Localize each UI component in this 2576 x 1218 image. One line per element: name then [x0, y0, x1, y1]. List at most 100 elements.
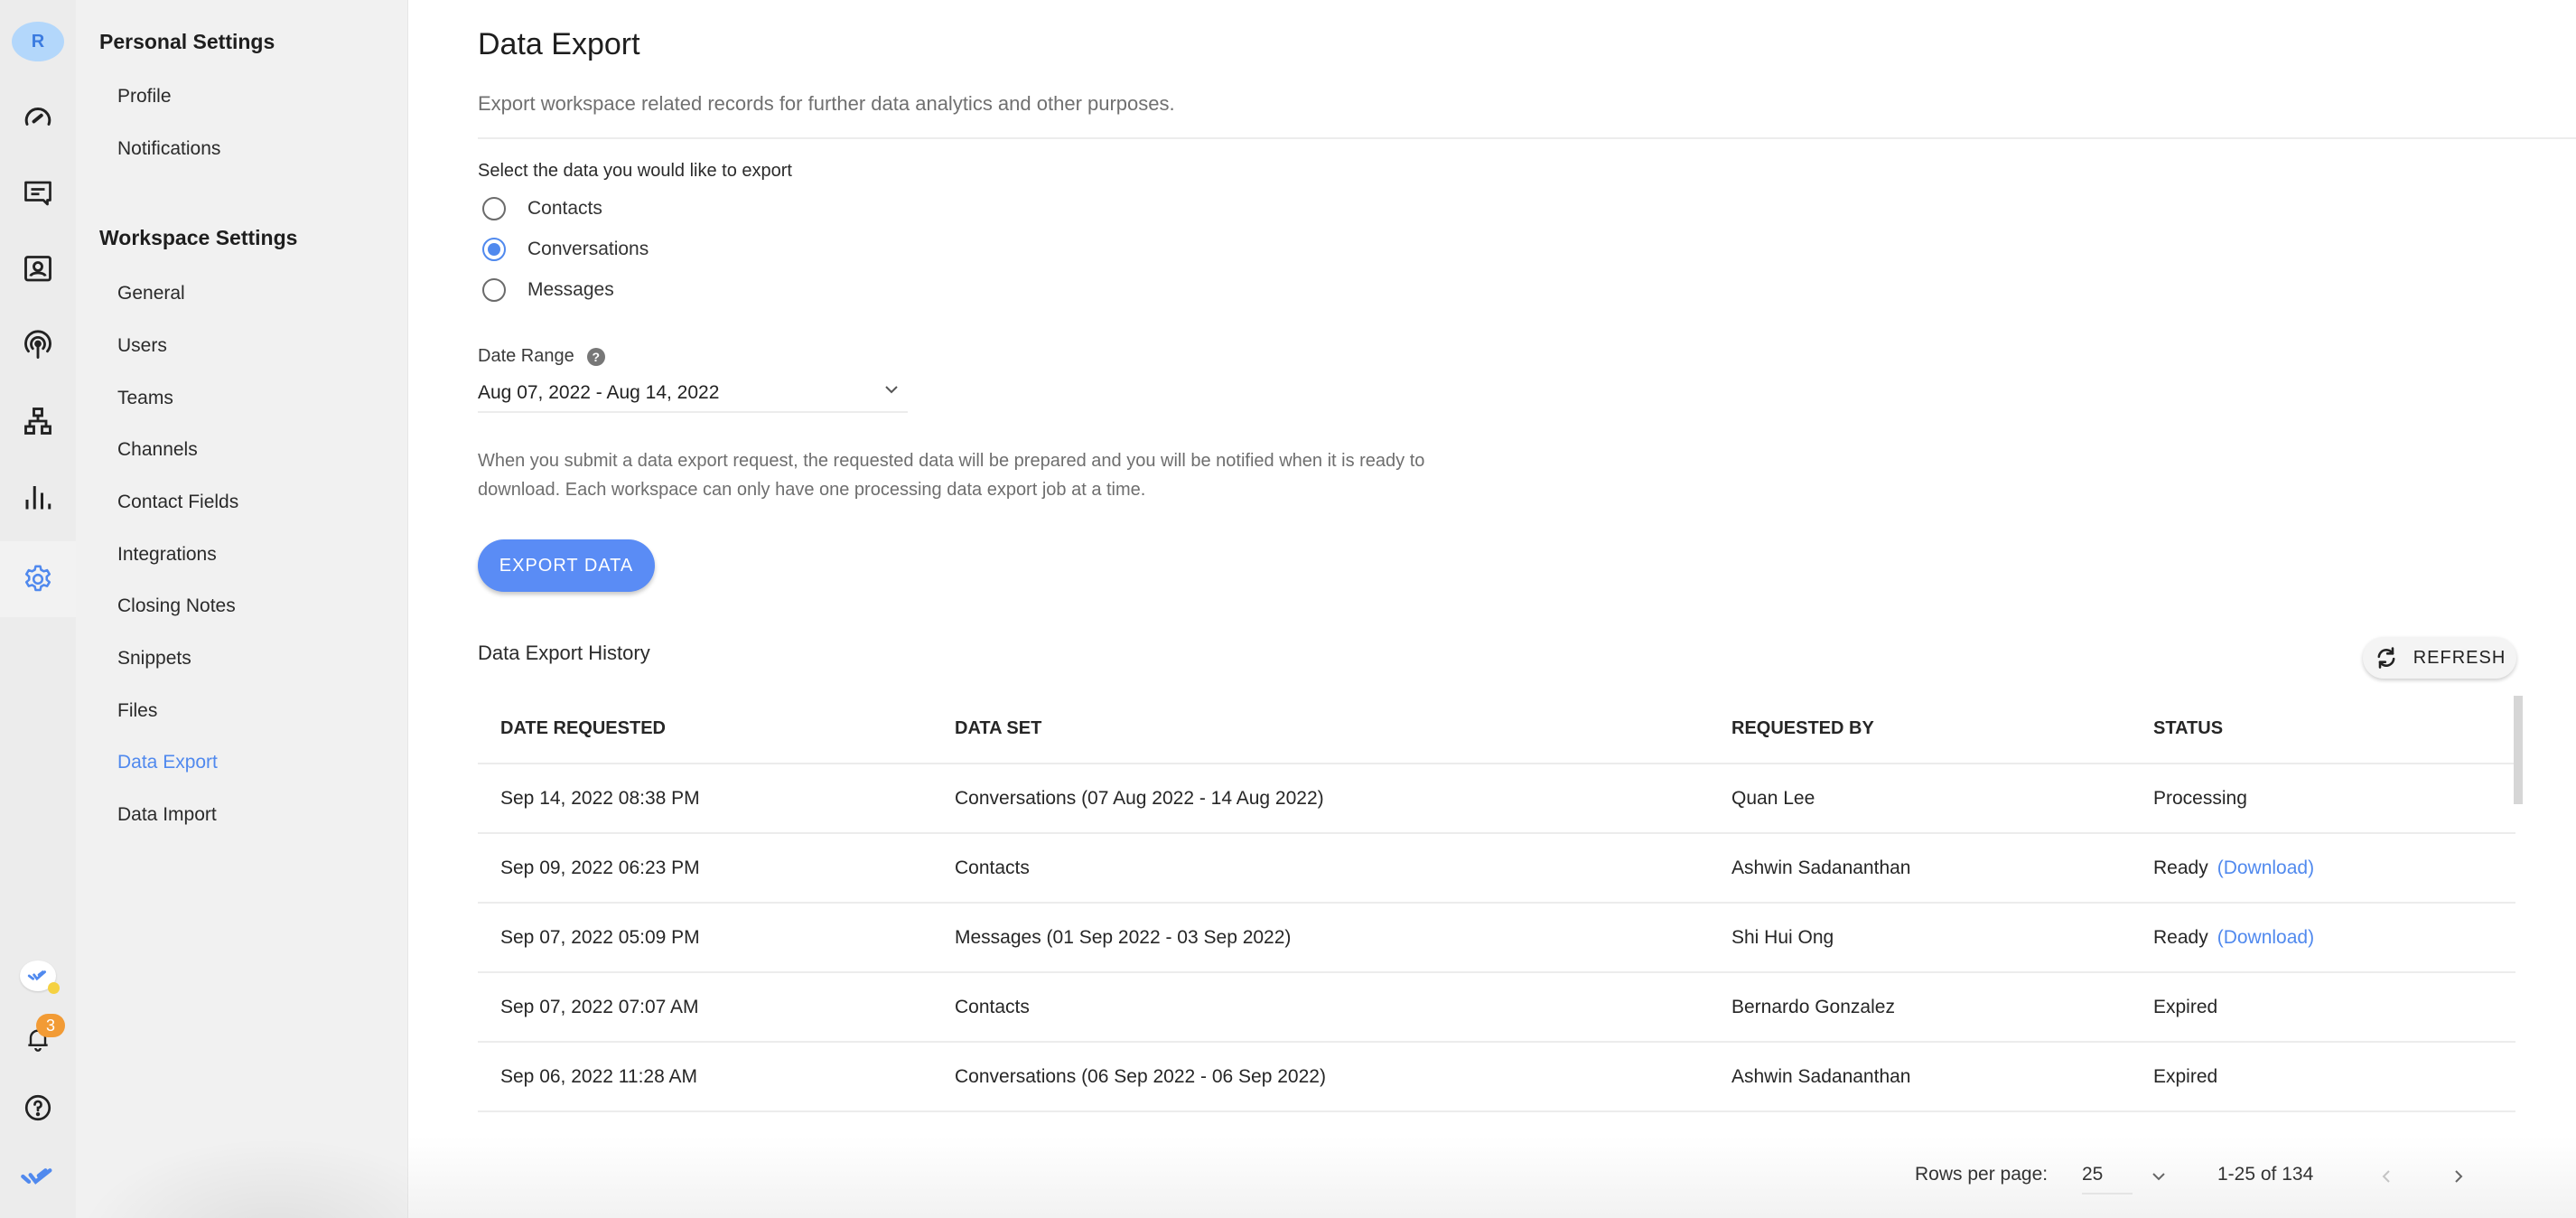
rail-item-workflows[interactable] — [0, 383, 76, 459]
dataset-cell: Messages (01 Sep 2022 - 03 Sep 2022) — [955, 926, 1292, 948]
radio-button[interactable] — [482, 238, 506, 261]
refresh-label: REFRESH — [2413, 647, 2506, 668]
rail-item-broadcasts[interactable] — [0, 307, 76, 383]
table-row: Sep 14, 2022 08:38 PM Conversations (07 … — [478, 764, 2515, 834]
export-data-button[interactable]: EXPORT DATA — [478, 539, 655, 592]
double-check-logo-icon — [27, 970, 46, 981]
requested-by-cell: Quan Lee — [1731, 787, 1815, 809]
speedometer-icon — [24, 108, 51, 126]
status-text: Expired — [2153, 996, 2218, 1017]
chevron-down-icon[interactable] — [2150, 1167, 2168, 1185]
contact-card-icon — [24, 256, 51, 282]
status-cell: Ready (Download) — [2153, 904, 2314, 971]
icon-rail: R 3 — [0, 0, 76, 1218]
next-page-button[interactable] — [2441, 1158, 2477, 1195]
radio-messages[interactable]: Messages — [482, 278, 614, 302]
radio-label: Messages — [527, 279, 614, 300]
chevron-right-icon — [2455, 1170, 2463, 1183]
rail-item-reports[interactable] — [0, 459, 76, 535]
notifications-button[interactable]: 3 — [0, 1001, 76, 1077]
page-range-text: 1-25 of 134 — [2217, 1164, 2314, 1185]
date-cell: Sep 14, 2022 08:38 PM — [500, 787, 700, 809]
export-history-table: DATE REQUESTED DATA SET REQUESTED BY STA… — [478, 694, 2515, 1141]
date-cell: Sep 07, 2022 07:07 AM — [500, 996, 699, 1017]
nav-item-profile[interactable]: Profile — [117, 86, 172, 108]
date-range-select[interactable]: Aug 07, 2022 - Aug 14, 2022 — [478, 375, 908, 413]
status-cell: Processing — [2153, 764, 2247, 832]
date-range-value: Aug 07, 2022 - Aug 14, 2022 — [478, 382, 720, 403]
date-range-label: Date Range ? — [478, 346, 605, 367]
date-cell: Sep 06, 2022 11:28 AM — [500, 1065, 697, 1087]
avatar: R — [12, 22, 64, 61]
column-header-status[interactable]: STATUS — [2153, 694, 2223, 763]
chat-icon — [24, 181, 51, 206]
radio-conversations[interactable]: Conversations — [482, 238, 649, 261]
nav-item-notifications[interactable]: Notifications — [117, 138, 220, 160]
rail-item-settings[interactable] — [0, 541, 76, 617]
refresh-button[interactable]: REFRESH — [2363, 637, 2516, 679]
workspace-settings-heading: Workspace Settings — [99, 226, 298, 249]
requested-by-cell: Shi Hui Ong — [1731, 926, 1834, 948]
rail-item-contacts[interactable] — [0, 231, 76, 307]
rows-per-page-value: 25 — [2082, 1164, 2104, 1185]
nav-item-general[interactable]: General — [117, 283, 185, 304]
notification-count-badge: 3 — [36, 1014, 65, 1037]
previous-page-button[interactable] — [2368, 1158, 2404, 1195]
status-text: Expired — [2153, 1065, 2218, 1087]
pagination-bar: Rows per page: 25 1-25 of 134 — [408, 1137, 2576, 1218]
radio-label: Conversations — [527, 239, 649, 259]
nav-item-integrations[interactable]: Integrations — [117, 544, 217, 566]
help-button[interactable] — [0, 1070, 76, 1146]
dataset-cell: Conversations (07 Aug 2022 - 14 Aug 2022… — [955, 787, 1324, 809]
status-cell: Expired — [2153, 1043, 2217, 1110]
double-check-logo-icon — [21, 1168, 52, 1185]
table-row: Sep 07, 2022 05:09 PM Messages (01 Sep 2… — [478, 904, 2515, 973]
refresh-icon — [2377, 647, 2395, 669]
nav-item-snippets[interactable]: Snippets — [117, 648, 191, 670]
bar-chart-icon — [25, 486, 51, 510]
settings-nav: Personal Settings Profile Notifications … — [76, 0, 408, 1218]
nav-item-closing-notes[interactable]: Closing Notes — [117, 595, 236, 617]
page-title: Data Export — [478, 27, 640, 61]
export-info-text: When you submit a data export request, t… — [478, 451, 1425, 500]
column-header-date[interactable]: DATE REQUESTED — [500, 694, 666, 763]
rows-per-page-label: Rows per page: — [1915, 1164, 2049, 1185]
column-header-dataset[interactable]: DATA SET — [955, 694, 1041, 763]
table-row: Sep 07, 2022 07:07 AM Contacts Bernardo … — [478, 973, 2515, 1043]
rail-item-dashboard[interactable] — [0, 80, 76, 155]
nav-item-data-import[interactable]: Data Import — [117, 804, 217, 826]
radio-button[interactable] — [482, 278, 506, 302]
download-link[interactable]: (Download) — [2217, 857, 2314, 879]
table-scrollbar[interactable] — [2514, 696, 2523, 804]
status-dot — [48, 982, 60, 994]
rail-item-conversations[interactable] — [0, 155, 76, 231]
history-heading: Data Export History — [478, 642, 650, 664]
nav-item-users[interactable]: Users — [117, 335, 167, 357]
requested-by-cell: Ashwin Sadananthan — [1731, 857, 1911, 878]
dataset-cell: Contacts — [955, 857, 1030, 878]
gear-icon — [24, 565, 51, 592]
download-link[interactable]: (Download) — [2217, 927, 2314, 949]
status-cell: Expired — [2153, 973, 2217, 1041]
personal-settings-heading: Personal Settings — [99, 30, 275, 53]
help-icon[interactable]: ? — [586, 347, 605, 366]
table-row: Sep 06, 2022 11:28 AM Conversations (06 … — [478, 1043, 2515, 1112]
status-cell: Ready (Download) — [2153, 834, 2314, 902]
broadcast-icon — [24, 330, 51, 359]
nav-item-teams[interactable]: Teams — [117, 388, 173, 409]
radio-contacts[interactable]: Contacts — [482, 197, 602, 220]
status-text: Processing — [2153, 787, 2247, 809]
status-text: Ready — [2153, 857, 2208, 878]
column-header-requested-by[interactable]: REQUESTED BY — [1731, 694, 1874, 763]
date-cell: Sep 07, 2022 05:09 PM — [500, 926, 700, 948]
page-subtitle: Export workspace related records for fur… — [478, 92, 1175, 115]
nav-item-contact-fields[interactable]: Contact Fields — [117, 492, 238, 513]
user-avatar-button[interactable]: R — [0, 4, 76, 80]
main-content: Data Export Export workspace related rec… — [408, 0, 2576, 1218]
nav-item-files[interactable]: Files — [117, 700, 157, 722]
brand-logo — [0, 1138, 76, 1214]
radio-button[interactable] — [482, 197, 506, 220]
nav-item-data-export[interactable]: Data Export — [117, 752, 218, 773]
nav-item-channels[interactable]: Channels — [117, 439, 198, 461]
rows-per-page-select[interactable]: 25 — [2082, 1157, 2133, 1195]
